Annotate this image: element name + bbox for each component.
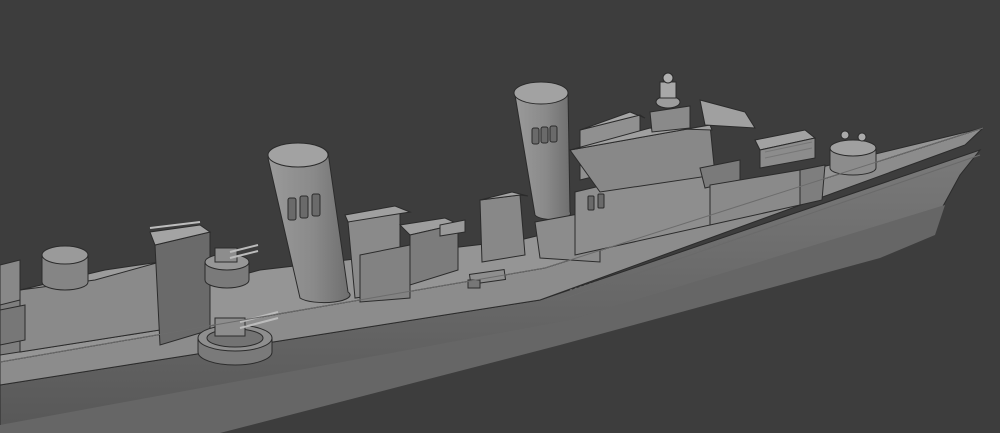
aft-gun-mount [41,245,89,291]
ship-model-render [0,0,1000,433]
3d-viewport[interactable] [0,0,1000,433]
